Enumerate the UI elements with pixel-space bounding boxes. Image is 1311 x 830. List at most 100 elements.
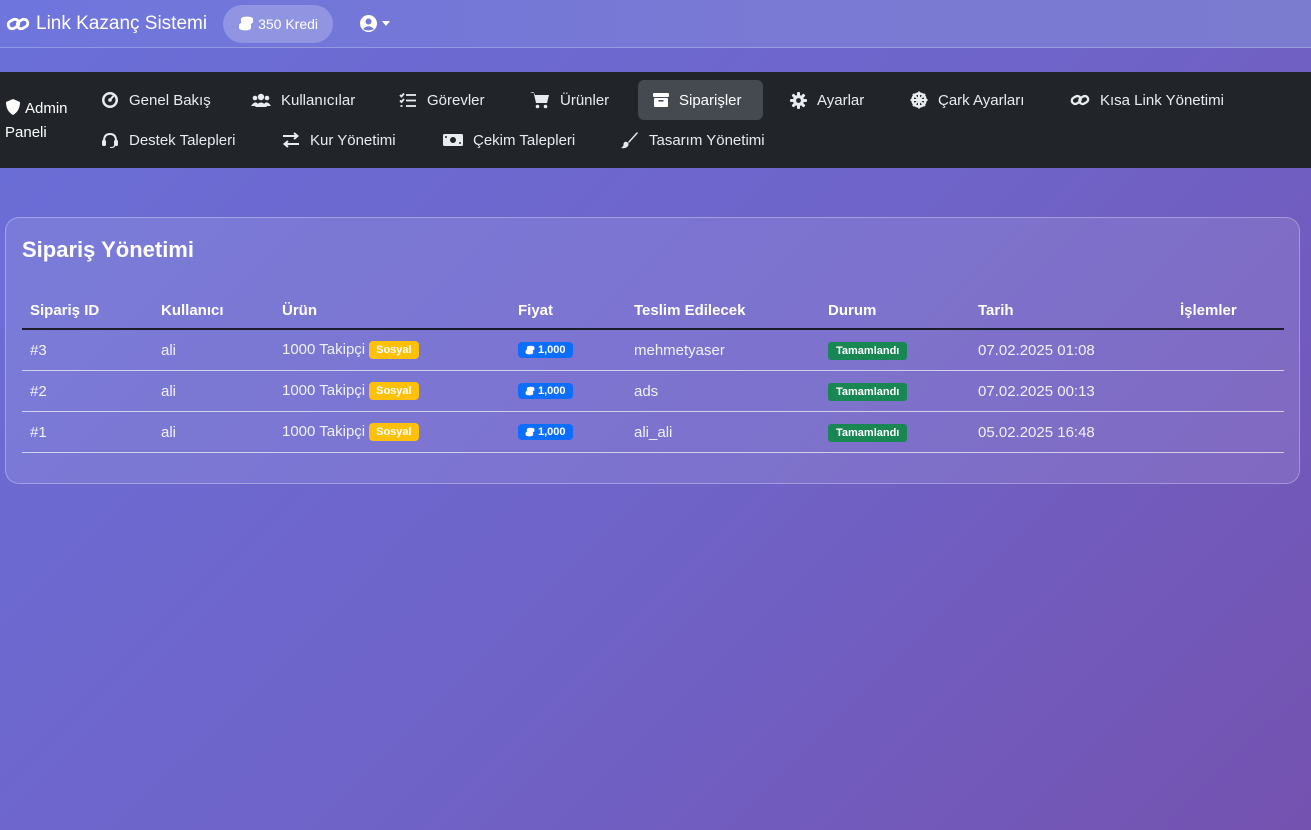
order-status-cell: Tamamlandı [820, 411, 970, 453]
credits-label: 350 Kredi [258, 15, 319, 32]
nav-item-genel-bakis[interactable]: Genel Bakış [86, 80, 226, 120]
nav-item-gorevler[interactable]: Görevler [384, 80, 500, 120]
category-badge: Sosyal [369, 341, 419, 359]
credits-badge[interactable]: 350 Kredi [223, 4, 334, 43]
nav-item-label: Çark Ayarları [938, 91, 1025, 109]
order-product: 1000 Takipçi [282, 423, 366, 440]
column-header: Sipariş ID [22, 292, 153, 330]
order-user: ali [153, 329, 274, 371]
nav-item-siparisler[interactable]: Siparişler [638, 80, 763, 120]
table-row: #2 ali 1000 Takipçi Sosyal 1,000 ads Tama… [22, 370, 1284, 412]
nav-item-cark-ayarlari[interactable]: Çark Ayarları [895, 80, 1039, 120]
column-header: Tarih [970, 292, 1172, 330]
nav-item-kur-yonetimi[interactable]: Kur Yönetimi [267, 120, 411, 160]
admin-panel-title: Admin Paneli [5, 97, 85, 145]
order-target: mehmetyaser [626, 329, 820, 371]
order-product: 1000 Takipçi [282, 382, 366, 399]
order-status-cell: Tamamlandı [820, 370, 970, 412]
order-date: 07.02.2025 01:08 [970, 329, 1172, 371]
nav-item-label: Kısa Link Yönetimi [1100, 91, 1224, 109]
order-product: 1000 Takipçi [282, 341, 366, 358]
nav-item-ayarlar[interactable]: Ayarlar [775, 80, 879, 120]
chevron-down-icon [382, 21, 391, 26]
nav-item-label: Kur Yönetimi [310, 131, 396, 149]
category-badge: Sosyal [369, 382, 419, 400]
nav-item-destek-talepleri[interactable]: Destek Talepleri [86, 120, 250, 160]
nav-item-label: Tasarım Yönetimi [649, 131, 765, 149]
admin-title-line1: Admin [25, 100, 68, 117]
nav-item-label: Genel Bakış [129, 91, 211, 109]
nav-item-label: Çekim Talepleri [473, 131, 576, 149]
column-header: Ürün [274, 292, 510, 330]
order-price-cell: 1,000 [510, 411, 626, 453]
money-icon [443, 134, 463, 146]
column-header: Durum [820, 292, 970, 330]
coins-icon [525, 427, 535, 436]
nav-item-kisa-link-yonetimi[interactable]: Kısa Link Yönetimi [1055, 80, 1239, 120]
coins-icon [525, 386, 535, 395]
nav-item-label: Görevler [427, 91, 485, 109]
nav-item-label: Destek Talepleri [129, 131, 236, 149]
nav-item-tasarim-yonetimi[interactable]: Tasarım Yönetimi [606, 120, 780, 160]
nav-item-label: Siparişler [679, 91, 742, 109]
column-header: Fiyat [510, 292, 626, 330]
coins-icon [525, 345, 535, 354]
gauge-icon [102, 92, 118, 108]
order-date: 07.02.2025 00:13 [970, 370, 1172, 412]
category-badge: Sosyal [369, 423, 419, 441]
order-id: #2 [22, 370, 153, 412]
order-price-cell: 1,000 [510, 329, 626, 371]
order-user: ali [153, 411, 274, 453]
nav-item-cekim-talepleri[interactable]: Çekim Talepleri [428, 120, 590, 160]
status-badge: Tamamlandı [828, 423, 908, 442]
brand-link[interactable]: Link Kazanç Sistemi [6, 13, 207, 35]
link-icon [6, 17, 30, 30]
admin-navbar: Admin Paneli Genel Bakış Kullanıcılar Gö… [0, 72, 1311, 168]
column-header: İşlemler [1172, 292, 1284, 330]
orders-card: Sipariş Yönetimi Sipariş ID Kullanıcı Ür… [5, 217, 1300, 484]
order-id: #3 [22, 329, 153, 371]
status-badge: Tamamlandı [828, 341, 908, 360]
price-badge: 1,000 [518, 382, 573, 399]
page-title: Sipariş Yönetimi [22, 237, 194, 262]
order-target: ali_ali [626, 411, 820, 453]
cart-icon [530, 92, 549, 109]
order-status-cell: Tamamlandı [820, 329, 970, 371]
price-value: 1,000 [538, 384, 566, 397]
user-menu-dropdown[interactable] [360, 15, 391, 32]
price-value: 1,000 [538, 425, 566, 438]
price-badge: 1,000 [518, 341, 573, 358]
nav-item-label: Kullanıcılar [281, 91, 356, 109]
column-header: Kullanıcı [153, 292, 274, 330]
admin-title-line2: Paneli [5, 124, 47, 141]
order-target: ads [626, 370, 820, 412]
nav-item-label: Ürünler [560, 91, 610, 109]
table-header-row: Sipariş ID Kullanıcı Ürün Fiyat Teslim E… [22, 292, 1284, 330]
gear-icon [790, 91, 807, 109]
shield-icon [6, 99, 20, 115]
top-navbar: Link Kazanç Sistemi 350 Kredi [0, 0, 1311, 48]
price-value: 1,000 [538, 343, 566, 356]
link-icon [1070, 94, 1090, 106]
users-icon [251, 93, 271, 107]
user-circle-icon [360, 15, 378, 32]
wheel-icon [910, 91, 928, 109]
brand-name: Link Kazanç Sistemi [36, 12, 208, 34]
order-date: 05.02.2025 16:48 [970, 411, 1172, 453]
nav-item-urunler[interactable]: Ürünler [515, 80, 624, 120]
exchange-icon [282, 132, 300, 148]
order-actions [1172, 411, 1284, 453]
nav-item-kullanicilar[interactable]: Kullanıcılar [236, 80, 370, 120]
table-row: #3 ali 1000 Takipçi Sosyal 1,000 mehmetya… [22, 329, 1284, 371]
status-badge: Tamamlandı [828, 382, 908, 401]
tasks-icon [399, 92, 416, 107]
order-actions [1172, 370, 1284, 412]
box-icon [653, 93, 669, 107]
table-row: #1 ali 1000 Takipçi Sosyal 1,000 ali_ali … [22, 411, 1284, 453]
brush-icon [621, 132, 638, 149]
orders-table: Sipariş ID Kullanıcı Ürün Fiyat Teslim E… [22, 292, 1284, 453]
order-product-cell: 1000 Takipçi Sosyal [274, 370, 510, 412]
column-header: Teslim Edilecek [626, 292, 820, 330]
order-id: #1 [22, 411, 153, 453]
order-price-cell: 1,000 [510, 370, 626, 412]
